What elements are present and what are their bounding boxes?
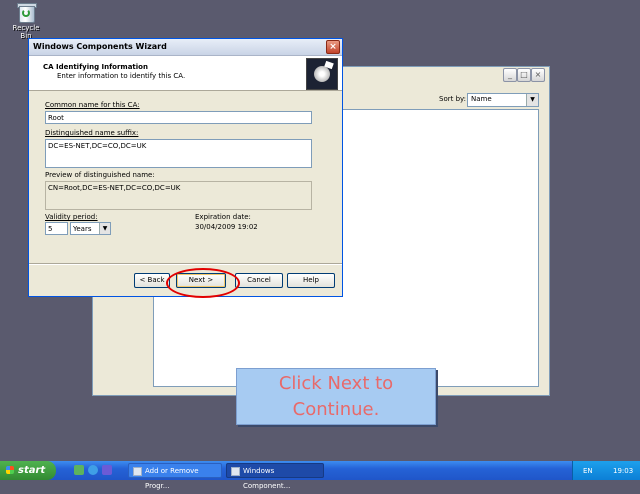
- preview-label: Preview of distinguished name:: [45, 171, 155, 179]
- sort-by-select[interactable]: Name ▼: [467, 93, 539, 107]
- help-button[interactable]: Help: [287, 273, 335, 288]
- dn-suffix-value: DC=ES-NET,DC=CO,DC=UK: [48, 142, 147, 150]
- next-highlight-circle: [166, 268, 240, 298]
- dn-suffix-label: Distinguished name suffix:: [45, 129, 139, 137]
- validity-input[interactable]: 5: [45, 222, 68, 235]
- taskbar-item-add-remove[interactable]: Add or Remove Progr...: [128, 463, 222, 490]
- preview-field: CN=Root,DC=ES-NET,DC=CO,DC=UK: [45, 181, 312, 210]
- close-icon[interactable]: ×: [326, 40, 340, 54]
- validity-value: 5: [48, 225, 53, 233]
- task-label: Add or Remove Progr...: [145, 467, 199, 490]
- validity-label: Validity period:: [45, 213, 98, 221]
- validity-unit-value: Years: [73, 225, 92, 233]
- header-subtitle: Enter information to identify this CA.: [57, 72, 186, 80]
- common-name-label: Common name for this CA:: [45, 101, 140, 109]
- common-name-value: Root: [48, 114, 64, 122]
- button-separator: [29, 263, 342, 265]
- expiration-label: Expiration date:: [195, 213, 251, 221]
- close-button[interactable]: ×: [531, 68, 545, 82]
- recycle-bin-graphic: [17, 2, 37, 23]
- back-button[interactable]: < Back: [134, 273, 170, 288]
- maximize-button[interactable]: □: [517, 68, 531, 82]
- wizard-header: CA Identifying Information Enter informa…: [29, 56, 342, 91]
- minimize-button[interactable]: _: [503, 68, 517, 82]
- wizard-titlebar: Windows Components Wizard ×: [29, 39, 342, 56]
- chevron-down-icon[interactable]: ▼: [99, 223, 110, 234]
- common-name-input[interactable]: Root: [45, 111, 312, 124]
- wizard-title: Windows Components Wizard: [33, 42, 167, 51]
- recycle-bin-icon[interactable]: Recycle Bin: [6, 2, 46, 40]
- chevron-down-icon[interactable]: ▼: [526, 94, 538, 106]
- expiration-value: 30/04/2009 19:02: [195, 223, 258, 231]
- start-button[interactable]: start: [0, 461, 56, 480]
- quick-launch-ie-icon[interactable]: [88, 465, 98, 475]
- components-wizard-dialog: Windows Components Wizard × CA Identifyi…: [28, 38, 343, 297]
- cancel-button[interactable]: Cancel: [235, 273, 283, 288]
- system-tray: EN 19:03: [572, 461, 640, 480]
- language-indicator[interactable]: EN: [583, 467, 593, 475]
- validity-unit-select[interactable]: Years ▼: [70, 222, 111, 235]
- header-title: CA Identifying Information: [43, 63, 148, 71]
- sort-by-label: Sort by:: [439, 95, 467, 103]
- quick-launch-media-icon[interactable]: [102, 465, 112, 475]
- app-icon: [231, 467, 240, 476]
- instruction-callout: Click Next to Continue.: [236, 368, 436, 425]
- app-icon: [133, 467, 142, 476]
- dn-suffix-input[interactable]: DC=ES-NET,DC=CO,DC=UK: [45, 139, 312, 168]
- callout-line-2: Continue.: [292, 399, 380, 420]
- windows-logo-icon: [6, 466, 14, 474]
- taskbar-item-components-wizard[interactable]: Windows Component...: [226, 463, 324, 490]
- start-label: start: [18, 465, 46, 476]
- quick-launch-explorer-icon[interactable]: [74, 465, 84, 475]
- preview-value: CN=Root,DC=ES-NET,DC=CO,DC=UK: [48, 184, 181, 192]
- sort-by-value: Name: [471, 95, 492, 103]
- callout-line-1: Click Next to: [278, 373, 394, 394]
- certificate-icon: [306, 58, 338, 90]
- task-label: Windows Component...: [243, 467, 291, 490]
- clock[interactable]: 19:03: [613, 467, 633, 475]
